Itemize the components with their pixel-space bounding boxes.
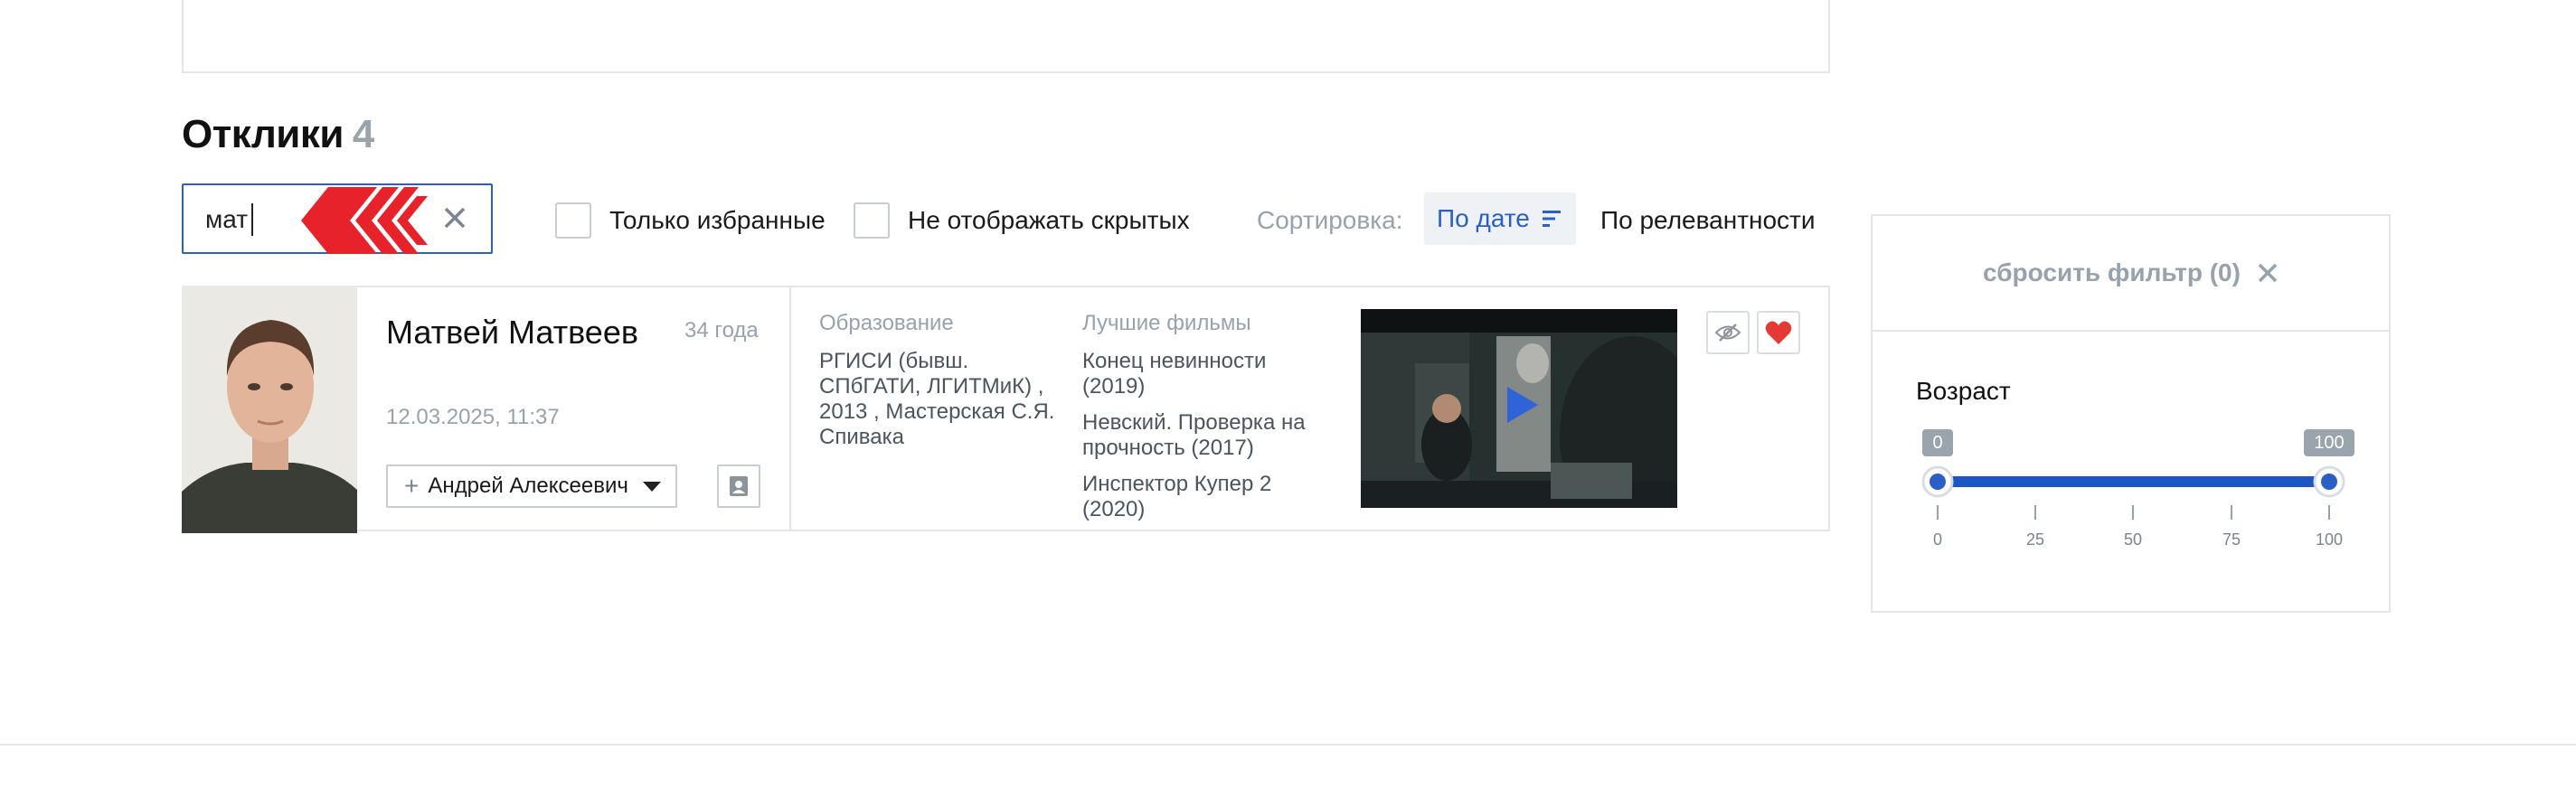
age-max-badge: 100 [2314, 433, 2344, 453]
sort-desc-icon [1542, 211, 1561, 227]
film-item: Невский. Проверка на прочность (2017) [1082, 410, 1306, 460]
education-text: РГИСИ (бывш. СПбГАТИ, ЛГИТМиК) , 2013 , … [819, 349, 1055, 449]
candidate-photo[interactable] [182, 286, 357, 533]
responses-title: Отклики [182, 112, 344, 156]
candidate-age: 34 года [684, 318, 759, 343]
checkbox-box[interactable] [854, 202, 890, 239]
search-value: мат [205, 205, 249, 233]
film-item: Инспектор Купер 2 (2020) [1082, 472, 1272, 521]
sort-by-relevance-button[interactable]: По релевантности [1600, 206, 1816, 235]
checkbox-box[interactable] [555, 202, 591, 239]
search-input[interactable]: мат [182, 183, 493, 254]
responses-heading: Отклики 4 [182, 112, 374, 157]
hide-hidden-checkbox[interactable]: Не отображать скрытых [854, 202, 1190, 239]
card-divider [789, 287, 791, 531]
close-icon [2258, 263, 2278, 283]
response-date: 12.03.2025, 11:37 [386, 405, 560, 429]
education-header: Образование [819, 311, 954, 335]
footer-divider [0, 744, 2576, 746]
plus-icon: + [404, 472, 420, 500]
previous-panel [182, 0, 1830, 73]
age-range-slider[interactable]: 0 100 0 25 50 75 100 [1873, 415, 2389, 596]
tick-label: 75 [2222, 530, 2241, 549]
chevron-down-icon [642, 481, 661, 492]
text-caret [251, 203, 253, 236]
age-filter-title: Возраст [1916, 377, 2011, 405]
tick-label: 0 [1933, 530, 1942, 549]
only-favorites-checkbox[interactable]: Только избранные [555, 202, 826, 239]
hide-hidden-label: Не отображать скрытых [908, 206, 1190, 234]
hide-candidate-button[interactable] [1706, 311, 1750, 354]
video-preview[interactable] [1361, 309, 1677, 508]
red-chevrons-icon [301, 187, 428, 254]
candidate-name[interactable]: Матвей Матвеев [386, 311, 639, 354]
sort-by-date-button[interactable]: По дате [1424, 192, 1576, 245]
candidate-card[interactable]: Матвей Матвеев 34 года 12.03.2025, 11:37… [182, 286, 1830, 533]
films-list: Конец невинности (2019) Невский. Проверк… [1082, 349, 1326, 526]
clear-search-icon[interactable] [439, 202, 471, 234]
films-header: Лучшие фильмы [1082, 311, 1251, 335]
slider-track[interactable] [1938, 476, 2329, 487]
recruiter-select[interactable]: + Андрей Алексеевич [386, 464, 677, 508]
filter-panel: сбросить фильтр (0) Возраст 0 100 0 25 5… [1871, 214, 2391, 613]
film-item: Конец невинности (2019) [1082, 349, 1267, 399]
tick-label: 100 [2316, 530, 2343, 549]
only-favorites-label: Только избранные [609, 206, 826, 234]
responses-count: 4 [352, 112, 374, 156]
reset-filter-label: сбросить фильтр (0) [1983, 258, 2241, 286]
contact-card-icon [730, 476, 748, 496]
sort-by-date-label: По дате [1437, 204, 1530, 232]
tick-label: 50 [2124, 530, 2142, 549]
eye-off-icon [1714, 324, 1741, 342]
heart-icon [1765, 321, 1792, 344]
contact-card-button[interactable] [717, 464, 760, 508]
recruiter-name: Андрей Алексеевич [428, 474, 628, 498]
favorite-button[interactable] [1757, 311, 1800, 354]
reset-filter-button[interactable]: сбросить фильтр (0) [1873, 216, 2389, 332]
slider-ticks [1937, 505, 2330, 520]
age-min-badge: 0 [1932, 433, 1942, 453]
tick-label: 25 [2026, 530, 2044, 549]
sort-label: Сортировка: [1257, 206, 1403, 234]
